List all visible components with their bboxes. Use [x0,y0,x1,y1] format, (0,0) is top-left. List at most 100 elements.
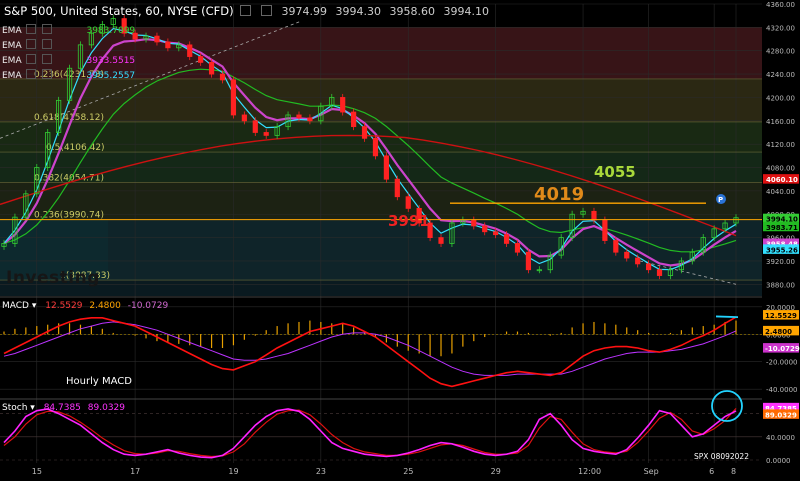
ema-settings-icon[interactable] [25,69,36,79]
ohlc-values: 3974.99 3994.30 3958.60 3994.10 [282,5,495,18]
macd-legend[interactable]: MACD ▾ 12.5529 2.4800 -10.0729 [2,301,168,311]
stoch-pane [0,390,762,461]
ema-close-icon[interactable] [41,69,52,79]
stoch-menu-icon[interactable]: ▾ [30,403,35,413]
close-value: 3994.10 [443,5,490,18]
candle-body [624,251,630,259]
time-axis: 15 17 19 23 25 29 12:00 Sep 6 8 [0,463,762,477]
stoch-tick-label: 0.0000 [766,457,791,465]
candle-body [307,117,313,122]
fib-band [0,121,762,153]
stoch-badge-label: 89.0329 [765,411,797,419]
price-tick-label: 3880.00 [766,281,795,289]
candle-body [591,210,597,221]
ema-settings-icon[interactable] [25,39,36,49]
ema-settings-icon[interactable] [25,54,36,64]
visibility-icon[interactable] [260,5,272,16]
time-tick-label: 25 [403,467,413,476]
ema-label: EMA [2,26,22,36]
candle-body [656,269,663,276]
macd-value: 12.5529 [45,301,83,311]
price-tick-label: 3920.00 [766,258,795,266]
date-stamp: SPX 08092022 [694,452,749,461]
macd-menu-icon[interactable]: ▾ [32,301,37,311]
ema-legend-1[interactable]: EMA 3983.7099 [2,24,135,36]
stoch-legend[interactable]: Stoch ▾ 84.7385 89.0329 [2,403,125,413]
high-value: 3994.30 [335,5,382,18]
price-tick-label: 4360.00 [766,1,795,9]
fib-band [0,78,762,122]
candle-body [438,237,444,244]
candle-body [482,225,488,233]
price-tick-label: 4080.00 [766,165,795,173]
candle-body [252,120,258,133]
time-tick-label: Sep [644,467,659,476]
price-tick-label: 4120.00 [766,141,795,149]
candle-body [405,196,411,209]
candle-body [296,114,302,119]
price-axis: 4360.00 4320.00 4280.00 4240.00 4200.00 4160.… [762,0,800,477]
candle-body [394,178,400,198]
price-tick-label: 4040.00 [766,188,795,196]
price-tick-label: 4160.00 [766,118,795,126]
candle-body [154,35,160,43]
hourly-macd-note: Hourly MACD [66,376,132,387]
level-3991-label: 3991 [388,212,430,230]
highlight-circle [711,390,743,422]
ema-label: EMA [2,56,22,66]
candle-body [602,219,608,241]
candle-body [372,137,379,157]
open-value: 3974.99 [281,5,328,18]
stoch-k-line [3,408,737,459]
candle-body [645,263,652,271]
candle-body [198,56,204,63]
ema-legend-3[interactable]: EMA 3933.5515 [2,54,135,66]
price-badge-label: 3955.26 [766,246,798,254]
macd-title: MACD [2,301,29,311]
time-tick-label: 29 [491,467,501,476]
ema-close-icon[interactable] [41,24,52,34]
candle-body [219,73,226,81]
price-tick-label: 4200.00 [766,94,795,102]
macd-hist-value: -10.0729 [127,301,169,311]
candle-body [165,41,171,49]
macd-tick-label: -20.0000 [766,359,797,367]
chart-root: 0.236(4231.73) 0.618(4158.12) 0.5(4106.42)… [0,0,800,477]
candle-body [635,257,641,265]
price-tick-label: 4240.00 [766,71,795,79]
settings-icon[interactable] [240,5,252,16]
ema-label: EMA [2,71,22,81]
time-tick-label: 12:00 [578,467,601,476]
symbol-title[interactable]: S&P 500, United States, 60, NYSE (CFD) [4,4,234,18]
macd-badge-label: -10.0729 [765,345,800,353]
stoch-k-value: 84.7385 [43,403,81,413]
candle-body [503,234,510,244]
macd-highlight-mark [715,315,739,319]
level-4055-label: 4055 [594,163,636,181]
macd-badge-label: 2.4800 [765,328,792,336]
ema-value: 3955.2557 [86,71,136,81]
fib-band [0,219,762,281]
fib-band [0,152,762,183]
time-tick-label: 6 [709,467,714,476]
ema-close-icon[interactable] [41,39,52,49]
time-tick-label: 17 [130,467,140,476]
ema-settings-icon[interactable] [25,24,36,34]
ema-legend-4[interactable]: EMA 3955.2557 [2,69,135,81]
candle-body [383,155,389,180]
ema-close-icon[interactable] [41,54,52,64]
ema-value: 3983.7099 [86,26,136,36]
macd-signal-value: 2.4800 [89,301,121,311]
candle-body [361,126,368,139]
time-tick-label: 15 [32,467,42,476]
price-badge-label: 3983.71 [766,224,798,232]
stoch-d-value: 89.0329 [87,403,125,413]
candle-body [493,231,499,236]
low-value: 3958.60 [389,5,436,18]
ema-label: EMA [2,41,22,51]
ema-legend-2[interactable]: EMA [2,39,84,51]
candle-body [241,114,247,122]
pivot-marker-label: P [718,196,723,204]
candle-body [613,240,619,253]
price-badge-label: 4060.10 [766,176,798,184]
